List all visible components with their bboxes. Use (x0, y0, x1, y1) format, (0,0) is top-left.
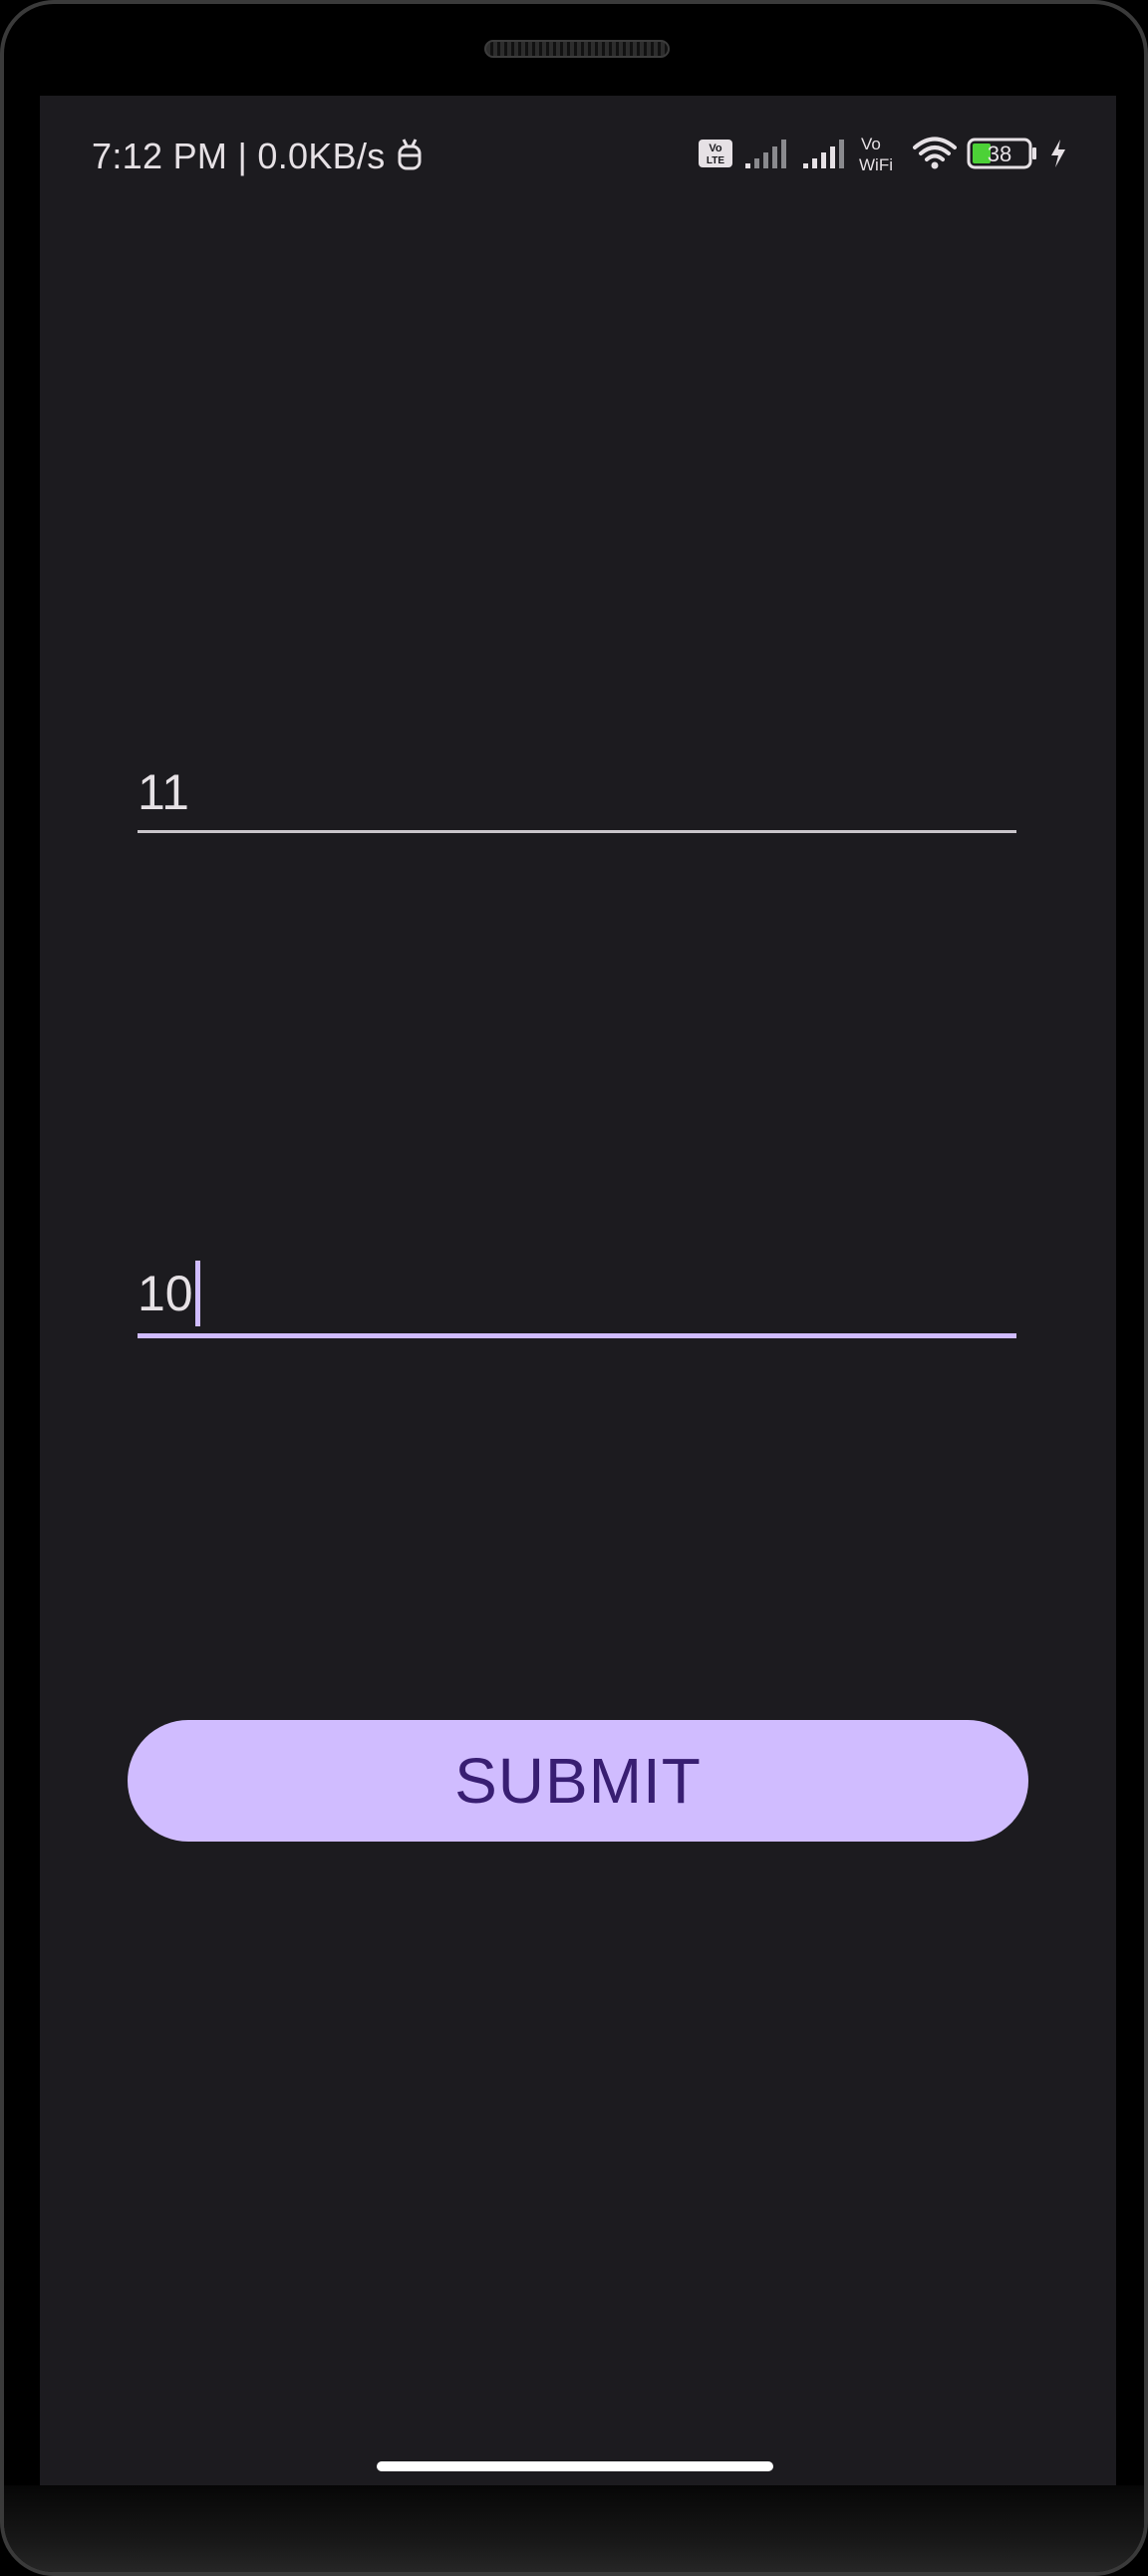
first-number-value: 11 (138, 764, 189, 820)
svg-text:Vo: Vo (861, 135, 881, 153)
submit-button[interactable]: SUBMIT (128, 1720, 1028, 1842)
second-number-wrapper: 10 (138, 1261, 200, 1326)
text-cursor (194, 1261, 200, 1326)
wifi-icon (913, 137, 957, 170)
first-number-field[interactable]: 11 (138, 753, 1016, 833)
battery-level: 38 (987, 142, 1012, 166)
phone-frame: 7:12 PM | 0.0KB/s Vo LTE Vo WiFi 38 11 1… (0, 0, 1148, 2576)
svg-text:Vo: Vo (709, 143, 722, 154)
signal-sim2-icon (801, 138, 849, 169)
android-notification-icon (397, 138, 423, 176)
status-icons: Vo LTE Vo WiFi 38 (698, 132, 1068, 175)
vowifi-icon: Vo WiFi (859, 134, 903, 173)
second-number-value: 10 (138, 1266, 193, 1321)
svg-text:LTE: LTE (707, 155, 724, 166)
first-field-underline (138, 830, 1016, 833)
earpiece-speaker (484, 40, 670, 58)
second-field-underline (138, 1333, 1016, 1338)
home-indicator[interactable] (377, 2461, 773, 2471)
bottom-bezel (4, 2485, 1144, 2572)
svg-text:WiFi: WiFi (859, 155, 893, 173)
second-number-field[interactable]: 10 (138, 1252, 1016, 1338)
status-bar: 7:12 PM | 0.0KB/s Vo LTE Vo WiFi 38 (40, 96, 1116, 219)
app-screen: 7:12 PM | 0.0KB/s Vo LTE Vo WiFi 38 11 1… (40, 96, 1116, 2487)
status-time: 7:12 PM | 0.0KB/s (92, 136, 386, 176)
volte-icon: Vo LTE (698, 139, 733, 168)
battery-icon: 38 (967, 138, 1038, 169)
signal-sim1-icon (743, 138, 791, 169)
charging-bolt-icon (1048, 139, 1068, 168)
